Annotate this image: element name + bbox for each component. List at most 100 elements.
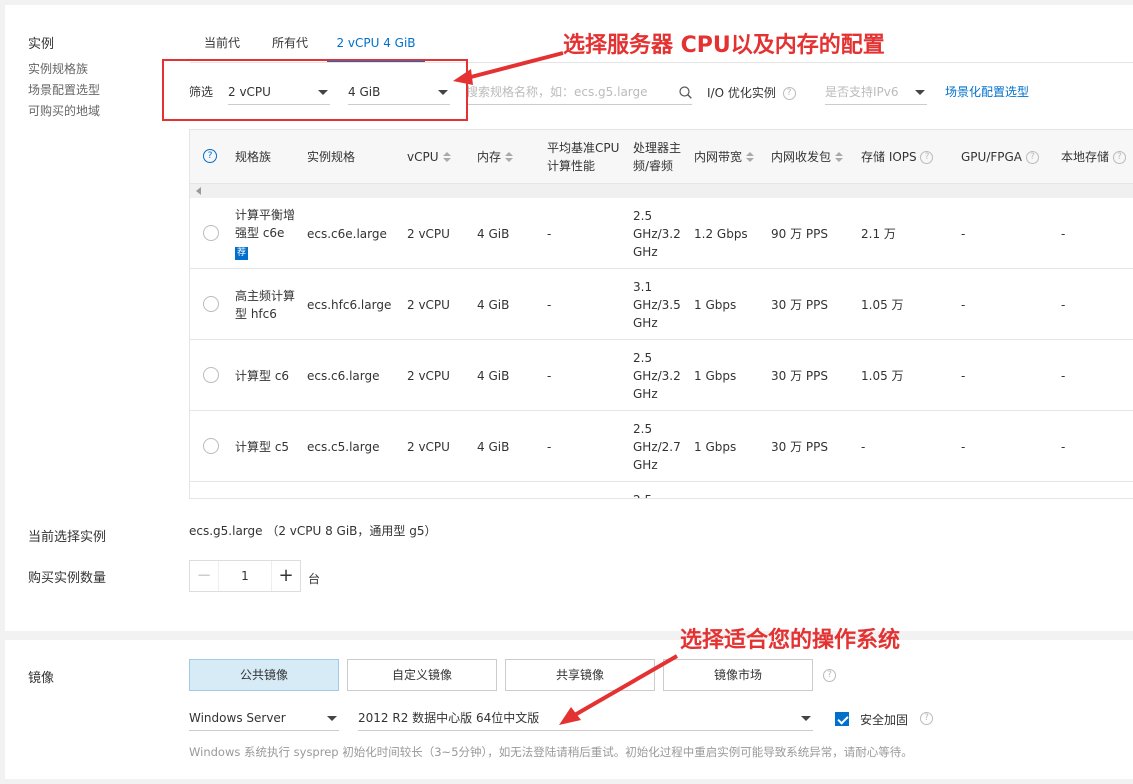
annotation-os: 选择适合您的操作系统: [680, 628, 901, 653]
row-radio[interactable]: [203, 438, 219, 454]
header-pps-label: 内网收发包: [771, 150, 832, 164]
table-row[interactable]: 高主频计算 型 hfc6 ecs.hfc6.large 2 vCPU 4 GiB…: [190, 269, 1133, 340]
cell-spec: ecs.c6.large: [307, 369, 380, 383]
side-link-scene-config[interactable]: 场景配置选型: [28, 81, 100, 98]
freq-line1: 3.1: [633, 280, 653, 294]
cell-iops: 1.05 万: [861, 298, 904, 312]
cell-iops: 1.05 万: [861, 369, 904, 383]
row-radio[interactable]: [203, 296, 219, 312]
table-row[interactable]: 计算型 c5 ecs.c5.large 2 vCPU 4 GiB - 2.5 G…: [190, 411, 1133, 482]
row-radio[interactable]: [203, 225, 219, 241]
help-icon[interactable]: ?: [203, 149, 217, 163]
cell-bandwidth: 1 Gbps: [694, 298, 737, 312]
cell-family: 计算型 c6: [235, 367, 289, 385]
cell-memory: 4 GiB: [477, 227, 510, 241]
side-link-instance-family[interactable]: 实例规格族: [28, 60, 88, 77]
os-select[interactable]: Windows Server: [189, 707, 339, 731]
freq-line3: GHz: [633, 387, 658, 401]
header-baseline: 平均基准CPU 计算性能: [547, 139, 619, 175]
ipv6-select[interactable]: 是否支持IPv6: [825, 81, 927, 105]
instance-section-title: 实例: [28, 37, 55, 52]
family-line1: 计算型 c6: [235, 369, 290, 383]
cell-spec: ecs.hfc6.large: [307, 298, 392, 312]
quantity-stepper[interactable]: − +: [189, 560, 301, 592]
table-header: ? 规格族 实例规格 vCPU 内存 平均基准CPU 计算性能 处理器主 频/睿频 …: [190, 130, 1133, 184]
freq-line2: GHz/3.2: [633, 369, 681, 383]
tab-public-image[interactable]: 公共镜像: [189, 659, 339, 691]
help-icon[interactable]: ?: [920, 712, 933, 725]
horizontal-scrollbar[interactable]: [190, 184, 1133, 198]
security-hardening-checkbox[interactable]: [835, 712, 849, 726]
help-icon[interactable]: ?: [1025, 151, 1039, 164]
search-icon[interactable]: [679, 86, 692, 99]
header-local-storage: 本地存储 ?: [1061, 148, 1126, 166]
header-pps[interactable]: 内网收发包: [771, 148, 844, 166]
decrement-button[interactable]: −: [190, 561, 218, 591]
increment-button[interactable]: +: [272, 561, 300, 591]
sort-icon[interactable]: [442, 152, 451, 163]
help-icon[interactable]: ?: [1112, 151, 1126, 164]
cell-spec: ecs.c6e.large: [307, 227, 387, 241]
freq-line3: GHz: [633, 316, 658, 330]
cell-pps: 30 万 PPS: [771, 440, 828, 454]
sysprep-note: Windows 系统执行 sysprep 初始化时间较长（3~5分钟），如无法登…: [189, 745, 913, 759]
cell-bandwidth: 1 Gbps: [694, 440, 737, 454]
cell-freq: 2.5 GHz/3.2 GHz: [633, 207, 681, 261]
header-gpu-label: GPU/FPGA: [961, 150, 1023, 164]
header-freq-line1: 处理器主: [633, 141, 682, 155]
security-hardening-label: 安全加固: [860, 713, 909, 727]
row-radio[interactable]: [203, 367, 219, 383]
quantity-unit: 台: [308, 572, 321, 586]
table-row[interactable]: 计算平衡增 强型 c6e 荐 ecs.c6e.large 2 vCPU 4 Gi…: [190, 198, 1133, 269]
freq-line1: 2.5: [633, 209, 653, 223]
header-local-label: 本地存储: [1061, 150, 1110, 164]
cell-iops: 2.1 万: [861, 227, 896, 241]
cell-freq: 2.5 GHz/2.7 GHz: [633, 420, 681, 474]
annotation-cpu-memory: 选择服务器 CPU以及内存的配置: [563, 33, 885, 58]
cell-baseline: -: [547, 227, 552, 241]
cell-pps: 30 万 PPS: [771, 369, 828, 383]
sort-icon[interactable]: [746, 152, 755, 163]
cell-vcpu: 2 vCPU: [407, 440, 450, 454]
annotation-arrow-icon: [559, 654, 678, 725]
header-bandwidth-label: 内网带宽: [694, 150, 743, 164]
header-family: 规格族: [235, 150, 272, 164]
cell-baseline: -: [547, 440, 552, 454]
help-icon[interactable]: ?: [823, 669, 836, 682]
header-bandwidth[interactable]: 内网带宽: [694, 148, 755, 166]
scroll-left-icon[interactable]: [196, 187, 201, 195]
scene-config-link[interactable]: 场景化配置选型: [945, 83, 1029, 100]
annotation-arrow-icon: [453, 51, 564, 85]
cell-bandwidth: 1.2 Gbps: [694, 227, 748, 241]
cell-gpu: -: [961, 369, 966, 383]
tab-image-market[interactable]: 镜像市场: [663, 659, 813, 691]
sort-icon[interactable]: [835, 152, 844, 163]
sort-icon[interactable]: [505, 152, 514, 163]
chevron-down-icon: [801, 716, 811, 721]
help-icon[interactable]: ?: [920, 151, 934, 164]
header-baseline-line1: 平均基准CPU: [547, 141, 620, 155]
cell-vcpu: 2 vCPU: [407, 369, 450, 383]
io-optimized-text: I/O 优化实例: [707, 86, 776, 100]
side-link-regions[interactable]: 可购买的地域: [28, 102, 100, 119]
family-line2: 强型 c6e: [235, 226, 285, 240]
family-line1: 计算型 c5: [235, 440, 290, 454]
cell-baseline: -: [547, 298, 552, 312]
chevron-down-icon: [327, 716, 337, 721]
cell-freq: 3.1 GHz/3.5 GHz: [633, 278, 681, 332]
header-vcpu[interactable]: vCPU: [407, 148, 451, 166]
header-iops-label: 存储 IOPS: [861, 150, 917, 164]
header-memory[interactable]: 内存: [477, 148, 514, 166]
header-freq-line2: 频/睿频: [633, 159, 674, 173]
freq-line1: 2.5: [633, 422, 653, 436]
quantity-input[interactable]: [218, 561, 272, 591]
freq-line2: GHz/3.5: [633, 298, 681, 312]
ipv6-select-value: 是否支持IPv6: [825, 85, 899, 99]
tab-custom-image[interactable]: 自定义镜像: [347, 659, 497, 691]
header-vcpu-label: vCPU: [407, 150, 439, 164]
quantity-label: 购买实例数量: [28, 571, 107, 586]
help-icon[interactable]: ?: [782, 87, 796, 100]
freq-line3: GHz: [633, 245, 658, 259]
table-row[interactable]: 计算型 c6 ecs.c6.large 2 vCPU 4 GiB - 2.5 G…: [190, 340, 1133, 411]
cell-gpu: -: [961, 298, 966, 312]
